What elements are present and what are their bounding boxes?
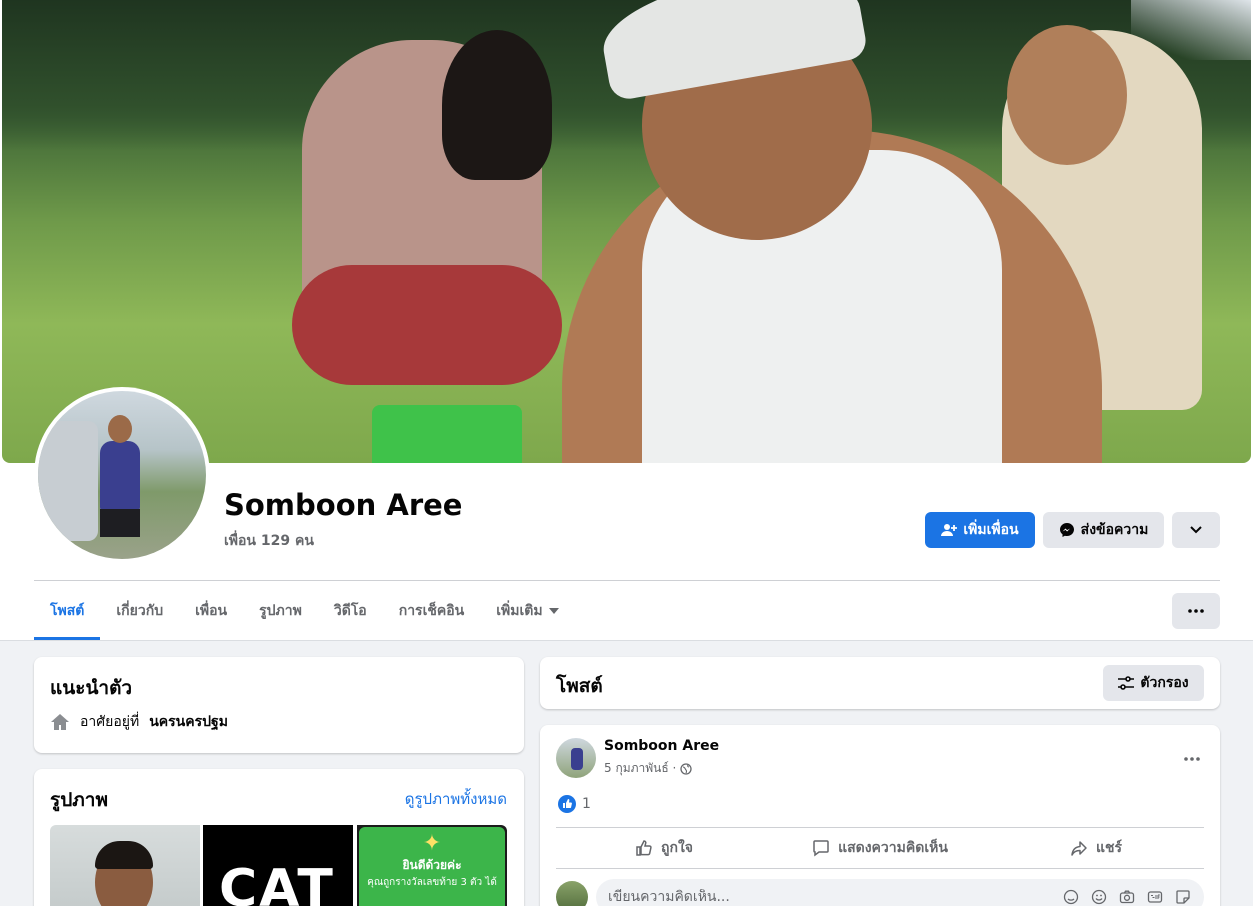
- like-reaction-icon: [558, 795, 576, 813]
- share-icon: [1071, 841, 1087, 856]
- globe-icon: [680, 762, 692, 775]
- header-divider: [34, 580, 1220, 581]
- post-card: Somboon Aree 5 กุมภาพันธ์ · 1 ถูกใจ แสดง…: [540, 725, 1220, 906]
- profile-tabs: โพสต์ เกี่ยวกับ เพื่อน รูปภาพ วิดีโอ การ…: [34, 582, 575, 640]
- intro-title: แนะนำตัว: [50, 677, 133, 699]
- post-action-bar: ถูกใจ แสดงความคิดเห็น แชร์: [556, 827, 1204, 869]
- thumbs-up-icon: [636, 840, 652, 856]
- avatar-sticker-icon[interactable]: [1062, 888, 1080, 906]
- add-friend-button[interactable]: เพิ่มเพื่อน: [925, 512, 1035, 548]
- lives-in-row: อาศัยอยู่ที่ นครนครปฐม: [50, 711, 228, 733]
- like-count: 1: [582, 796, 591, 812]
- photo-thumbnail[interactable]: [50, 825, 200, 906]
- more-horizontal-icon: [1184, 757, 1200, 761]
- comment-input[interactable]: [608, 889, 1062, 905]
- tab-photos[interactable]: รูปภาพ: [243, 582, 318, 640]
- like-button[interactable]: ถูกใจ: [556, 828, 772, 868]
- gif-icon[interactable]: [1146, 888, 1164, 906]
- comment-button[interactable]: แสดงความคิดเห็น: [772, 828, 988, 868]
- cover-photo[interactable]: [2, 0, 1251, 463]
- more-options-button[interactable]: [1172, 593, 1220, 629]
- message-button[interactable]: ส่งข้อความ: [1043, 512, 1164, 548]
- comment-box[interactable]: [596, 879, 1204, 906]
- emoji-icon[interactable]: [1090, 888, 1108, 906]
- caret-down-icon: [548, 608, 559, 614]
- lives-in-prefix: อาศัยอยู่ที่: [80, 714, 140, 730]
- more-horizontal-icon: [1188, 609, 1204, 613]
- share-button[interactable]: แชร์: [988, 828, 1204, 868]
- home-icon: [51, 714, 69, 730]
- viewer-avatar: [556, 881, 588, 906]
- post-meta: 5 กุมภาพันธ์ ·: [604, 759, 692, 778]
- tab-friends[interactable]: เพื่อน: [179, 582, 243, 640]
- tab-posts[interactable]: โพสต์: [34, 582, 101, 640]
- reaction-summary[interactable]: 1: [558, 795, 591, 813]
- profile-name: Somboon Aree: [224, 488, 463, 522]
- posts-title: โพสต์: [556, 675, 603, 697]
- photo-thumbnail[interactable]: CAT: [203, 825, 353, 906]
- see-all-photos-link[interactable]: ดูรูปภาพทั้งหมด: [405, 787, 507, 811]
- celebration-icon: ✦: [422, 831, 442, 856]
- profile-options-dropdown[interactable]: [1172, 512, 1220, 548]
- tab-checkins[interactable]: การเช็คอิน: [383, 582, 481, 640]
- messenger-icon: [1059, 523, 1074, 537]
- post-author-name[interactable]: Somboon Aree: [604, 738, 719, 754]
- intro-card: แนะนำตัว อาศัยอยู่ที่ นครนครปฐม: [34, 657, 524, 753]
- photo-thumbnail[interactable]: ✦ ยินดีด้วยค่ะ คุณถูกรางวัลเลขท้าย 3 ตัว…: [357, 825, 507, 906]
- tab-videos[interactable]: วิดีโอ: [318, 582, 383, 640]
- camera-icon[interactable]: [1118, 888, 1136, 906]
- tab-more[interactable]: เพิ่มเติม: [480, 582, 574, 640]
- add-friend-label: เพิ่มเพื่อน: [963, 522, 1019, 538]
- filter-icon: [1118, 676, 1135, 690]
- filter-label: ตัวกรอง: [1140, 675, 1189, 691]
- lives-in-place[interactable]: นครนครปฐม: [149, 711, 228, 733]
- friends-count[interactable]: เพื่อน 129 คน: [224, 530, 314, 552]
- filter-button[interactable]: ตัวกรอง: [1103, 665, 1204, 701]
- post-author-avatar[interactable]: [556, 738, 596, 778]
- sticker-icon[interactable]: [1174, 888, 1192, 906]
- post-date[interactable]: 5 กุมภาพันธ์ ·: [604, 759, 676, 778]
- cat-logo-text: CAT: [219, 859, 335, 906]
- photos-card: รูปภาพ ดูรูปภาพทั้งหมด CAT ✦ ยินดีด้วยค่…: [34, 769, 524, 906]
- message-label: ส่งข้อความ: [1080, 522, 1149, 538]
- posts-header: โพสต์ ตัวกรอง: [540, 657, 1220, 709]
- photos-title: รูปภาพ: [50, 789, 108, 811]
- comment-icon: [813, 840, 829, 857]
- add-user-icon: [941, 524, 958, 536]
- chevron-down-icon: [1190, 526, 1202, 534]
- comment-composer: [556, 879, 1204, 906]
- tab-about[interactable]: เกี่ยวกับ: [100, 582, 179, 640]
- post-options-button[interactable]: [1184, 745, 1200, 766]
- profile-avatar[interactable]: [34, 387, 210, 563]
